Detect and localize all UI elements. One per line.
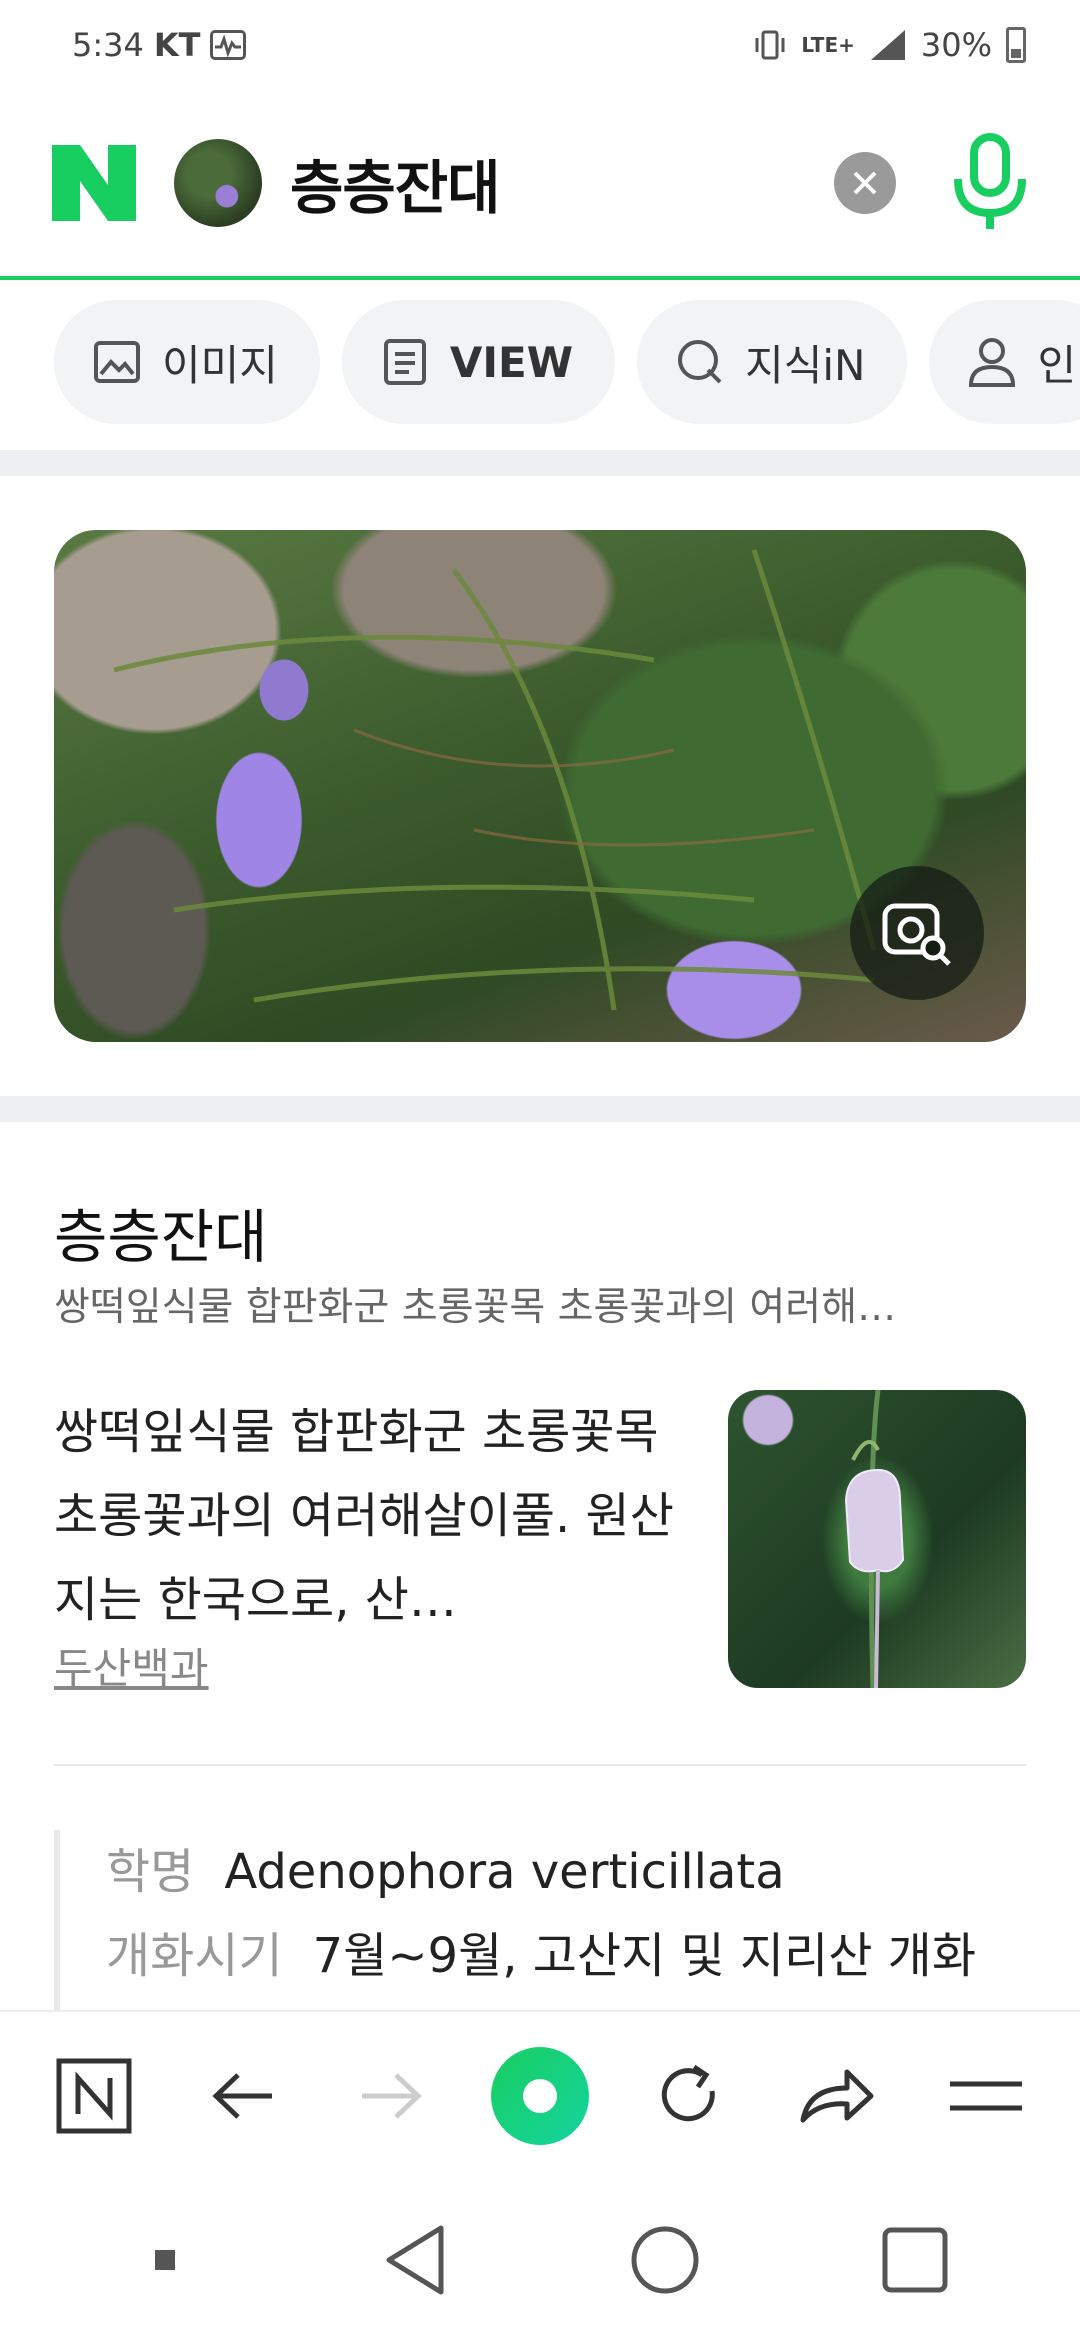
share-arrow-icon: [800, 2069, 874, 2123]
search-image-thumbnail[interactable]: [174, 139, 262, 227]
info-key: 개화시기: [106, 1928, 283, 1984]
knowledge-subtitle: 쌍떡잎식물 합판화군 초롱꽃목 초롱꽃과의 여러해…: [54, 1285, 897, 1330]
tab-person[interactable]: 인: [929, 300, 1080, 424]
search-header: 층층잔대: [0, 90, 1080, 280]
notification-dot-button[interactable]: [110, 2205, 220, 2315]
knowledge-description[interactable]: 쌍떡잎식물 합판화군 초롱꽃목 초롱꽃과의 여러해살이풀. 원산지는 한국으로,…: [54, 1390, 674, 1642]
lens-search-icon: [882, 903, 951, 966]
knowledge-info: 학명 Adenophora verticillata 개화시기 7월~9월, 고…: [54, 1830, 1026, 2010]
system-nav-bar: [0, 2180, 1080, 2340]
search-result-image[interactable]: [54, 530, 1026, 1042]
info-key: 학명: [106, 1844, 195, 1900]
back-button[interactable]: [188, 2041, 298, 2151]
info-value: 7월~9월, 고산지 및 지리산 개화: [312, 1928, 976, 1984]
clear-search-button[interactable]: [834, 152, 896, 214]
tab-view[interactable]: VIEW: [341, 300, 616, 424]
square-dot-icon: [155, 2250, 175, 2270]
section-divider: [0, 450, 1080, 476]
info-row-scientific-name: 학명 Adenophora verticillata: [106, 1830, 1026, 1914]
flower-illustration: [844, 1390, 905, 1688]
square-recents-icon: [882, 2227, 948, 2293]
separator: [54, 1764, 1026, 1766]
arrow-left-icon: [212, 2073, 272, 2119]
network-type: LTE+: [801, 33, 855, 57]
nav-recents-button[interactable]: [860, 2205, 970, 2315]
tab-label: VIEW: [449, 337, 574, 387]
knowledge-thumbnail[interactable]: [728, 1390, 1026, 1688]
q-icon: [675, 337, 725, 387]
microphone-icon: [954, 133, 1026, 229]
triangle-back-icon: [386, 2225, 444, 2295]
nav-back-button[interactable]: [360, 2205, 470, 2315]
reload-icon: [661, 2064, 715, 2122]
circle-home-icon: [631, 2226, 699, 2294]
forward-button[interactable]: [336, 2041, 446, 2151]
vibrate-icon: [755, 30, 785, 60]
info-row-bloom-period: 개화시기 7월~9월, 고산지 및 지리산 개화: [106, 1914, 1026, 1998]
status-time: 5:34: [72, 26, 144, 64]
reload-button[interactable]: [634, 2041, 744, 2151]
search-query[interactable]: 층층잔대: [290, 141, 500, 225]
naver-n-icon: [56, 2058, 132, 2134]
image-search-button[interactable]: [850, 866, 984, 1000]
arrow-right-icon: [362, 2073, 423, 2119]
image-icon: [92, 337, 142, 387]
voice-search-button[interactable]: [950, 128, 1030, 238]
close-icon: [853, 171, 877, 195]
battery-percent: 30%: [920, 26, 992, 64]
naver-home-button[interactable]: [39, 2041, 149, 2151]
status-bar: 5:34 KT LTE+ 30%: [0, 0, 1080, 90]
battery-icon: [1006, 27, 1026, 63]
knowledge-title[interactable]: 층층잔대: [54, 1190, 267, 1274]
status-carrier: KT: [153, 26, 201, 64]
browser-toolbar: [0, 2010, 1080, 2180]
tab-label: 지식iN: [745, 340, 866, 390]
activity-icon: [210, 30, 247, 60]
share-button[interactable]: [782, 2041, 892, 2151]
info-value: Adenophora verticillata: [224, 1844, 785, 1900]
nav-home-button[interactable]: [610, 2205, 720, 2315]
tab-label: 이미지: [162, 340, 278, 390]
person-icon: [967, 337, 1017, 387]
menu-button[interactable]: [931, 2041, 1041, 2151]
green-dot-icon: [490, 2047, 589, 2145]
tab-image[interactable]: 이미지: [54, 300, 320, 424]
tab-kin[interactable]: 지식iN: [637, 300, 908, 424]
document-icon: [380, 337, 430, 387]
signal-icon: [870, 30, 905, 60]
green-dot-button[interactable]: [485, 2041, 595, 2151]
search-tabs: 이미지 VIEW 지식iN 인: [54, 300, 1080, 424]
naver-logo-icon[interactable]: [52, 145, 136, 221]
section-divider: [0, 1096, 1080, 1122]
knowledge-source-link[interactable]: 두산백과: [54, 1635, 209, 1696]
hamburger-menu-icon: [949, 2081, 1022, 2111]
tab-label: 인: [1037, 340, 1077, 390]
